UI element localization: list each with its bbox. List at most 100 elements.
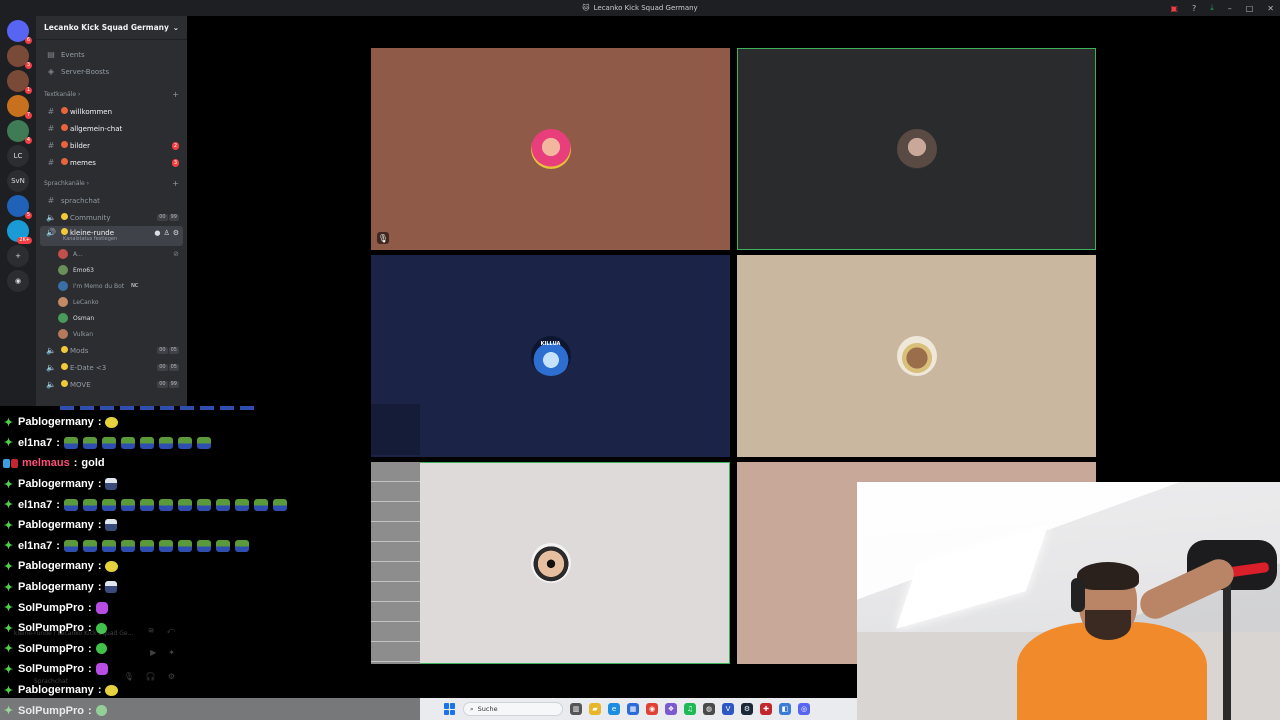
add-voice-channel-icon[interactable]: + [172,179,179,188]
edge-icon[interactable]: e [608,703,620,715]
voice-member[interactable]: A... ⊘ [36,246,187,262]
sparkle-icon: ✦ [3,478,14,491]
emote-icon [63,498,78,511]
voice-channel-active[interactable]: 🔊 kleine-runde Kanalstatus festlegen ● ♙… [40,226,183,246]
voice-channel-mods[interactable]: 🔈 Mods 00 05 [36,342,187,359]
text-channel-bilder[interactable]: # bilder 2 [36,137,187,154]
emote-icon [158,498,173,511]
discord-home-icon[interactable]: 6 [7,20,32,44]
voice-member[interactable]: LeCanko [36,294,187,310]
voice-member[interactable]: Vulkan [36,326,187,342]
channel-sidebar: Lecanko Kick Squad Germany ⌄ ▤ Events ◈ … [36,16,187,406]
task-view-icon[interactable]: ▥ [570,703,582,715]
text-channel-willkommen[interactable]: # willkommen [36,103,187,120]
server-icon[interactable]: 7 [7,95,32,119]
invite-icon[interactable]: ♙ [163,229,169,237]
close-icon[interactable]: ✕ [1267,4,1274,13]
gear-icon[interactable]: ⚙ [168,672,175,681]
chat-emotes [63,436,216,449]
voice-category[interactable]: Sprachkanäle › + [36,175,187,192]
emoji-icon [61,107,68,114]
chat-username: el1na7 [18,539,53,552]
add-server-icon[interactable]: + [7,245,29,267]
emote-icon [139,436,154,449]
store-icon[interactable]: ▦ [627,703,639,715]
server-icon[interactable]: 3 [7,45,32,69]
server-svn-icon[interactable]: SvN [7,170,29,192]
member-name: I'm Memo du Bot [73,282,125,290]
events-item[interactable]: ▤ Events [36,46,187,63]
video-tile[interactable]: 🎙 [371,48,730,250]
voice-member[interactable]: Emo63 [36,262,187,278]
webcam-overlay [857,482,1280,720]
emote-icon [105,416,119,428]
boosts-item[interactable]: ◈ Server-Boosts [36,63,187,80]
text-channel-allgemein-chat[interactable]: # allgemein-chat [36,120,187,137]
discord-icon[interactable]: ◎ [798,703,810,715]
sparkle-icon: ✦ [3,581,14,594]
chat-message: ✦ el1na7: [0,433,292,454]
maximize-icon[interactable]: □ [1246,4,1254,13]
app-icon[interactable]: ✚ [760,703,772,715]
voice-channel-edate[interactable]: 🔈 E-Date <3 00 05 [36,359,187,376]
guild-header[interactable]: Lecanko Kick Squad Germany ⌄ [36,16,187,40]
disconnect-icon[interactable]: ⤺ [166,626,175,636]
app-icon[interactable]: ❖ [665,703,677,715]
chat-bubble-icon[interactable]: ● [154,229,160,237]
taskbar-search[interactable]: ⌕ Suche [463,702,563,716]
file-explorer-icon[interactable]: ▰ [589,703,601,715]
add-channel-icon[interactable]: + [172,90,179,99]
app-icon[interactable]: ◧ [779,703,791,715]
server-lc-icon[interactable]: LC [7,145,29,167]
gear-icon[interactable]: ⚙ [173,229,179,237]
vpn-icon[interactable]: V [722,703,734,715]
speaker-icon: 🔈 [46,346,56,355]
voice-channel-move[interactable]: 🔈 MOVE 00 99 [36,376,187,393]
chat-separator: : [56,539,60,552]
mic-icon[interactable]: 🎙 [124,672,134,681]
voice-channel-community[interactable]: 🔈 Community 00 99 [36,209,187,226]
channel-label: allgemein-chat [70,125,123,133]
video-tile[interactable]: KILLUA [371,255,730,457]
title-bar: 🐱 Lecanko Kick Squad Germany ▣ ? ⤓ – □ ✕ [0,0,1280,16]
video-tile[interactable] [737,255,1096,457]
headphones-icon[interactable]: 🎧 [146,672,156,681]
text-channel-memes[interactable]: # memes 3 [36,154,187,171]
emote-icon [82,436,97,449]
minimize-icon[interactable]: – [1228,4,1232,13]
noise-suppression-icon[interactable]: ≋ [148,626,155,636]
windows-start-icon[interactable] [444,703,456,715]
download-icon[interactable]: ⤓ [1210,3,1214,13]
camera-icon[interactable]: ▶ [150,648,156,657]
explore-icon[interactable]: ◉ [7,270,29,292]
help-icon[interactable]: ? [1192,4,1196,13]
emote-icon [101,498,116,511]
video-tile-speaking[interactable] [737,48,1096,250]
channel-status[interactable]: Kanalstatus festlegen [63,236,117,242]
spotify-icon[interactable]: ♫ [684,703,696,715]
inbox-icon[interactable]: ▣ [1170,4,1178,13]
boost-icon: ◈ [47,67,55,76]
avatar [896,336,937,376]
app-icon[interactable]: ◍ [703,703,715,715]
voice-member[interactable]: Osman [36,310,187,326]
chat-separator: : [88,601,92,614]
avatar [58,329,68,339]
server-icon[interactable]: 5 [7,195,32,219]
steam-icon[interactable]: ⚙ [741,703,753,715]
server-icon[interactable]: 1 [7,70,32,94]
server-icon[interactable]: 4 [7,120,32,144]
chat-message: ✦ el1na7: [0,536,292,557]
video-tile-speaking[interactable] [371,462,730,664]
emoji-icon [61,213,68,220]
channel-sprachchat[interactable]: # sprachchat [36,192,187,209]
chrome-icon[interactable]: ◉ [646,703,658,715]
avatar-label: KILLUA [540,341,561,347]
chat-username: el1na7 [18,498,53,511]
activity-icon[interactable]: ✦ [168,648,175,657]
server-icon[interactable]: 2K+ [7,220,32,244]
chat-emotes [63,539,254,552]
text-category[interactable]: Textkanäle › + [36,86,187,103]
chevron-down-icon: ⌄ [172,23,179,32]
voice-member[interactable]: I'm Memo du Bot NC [36,278,187,294]
